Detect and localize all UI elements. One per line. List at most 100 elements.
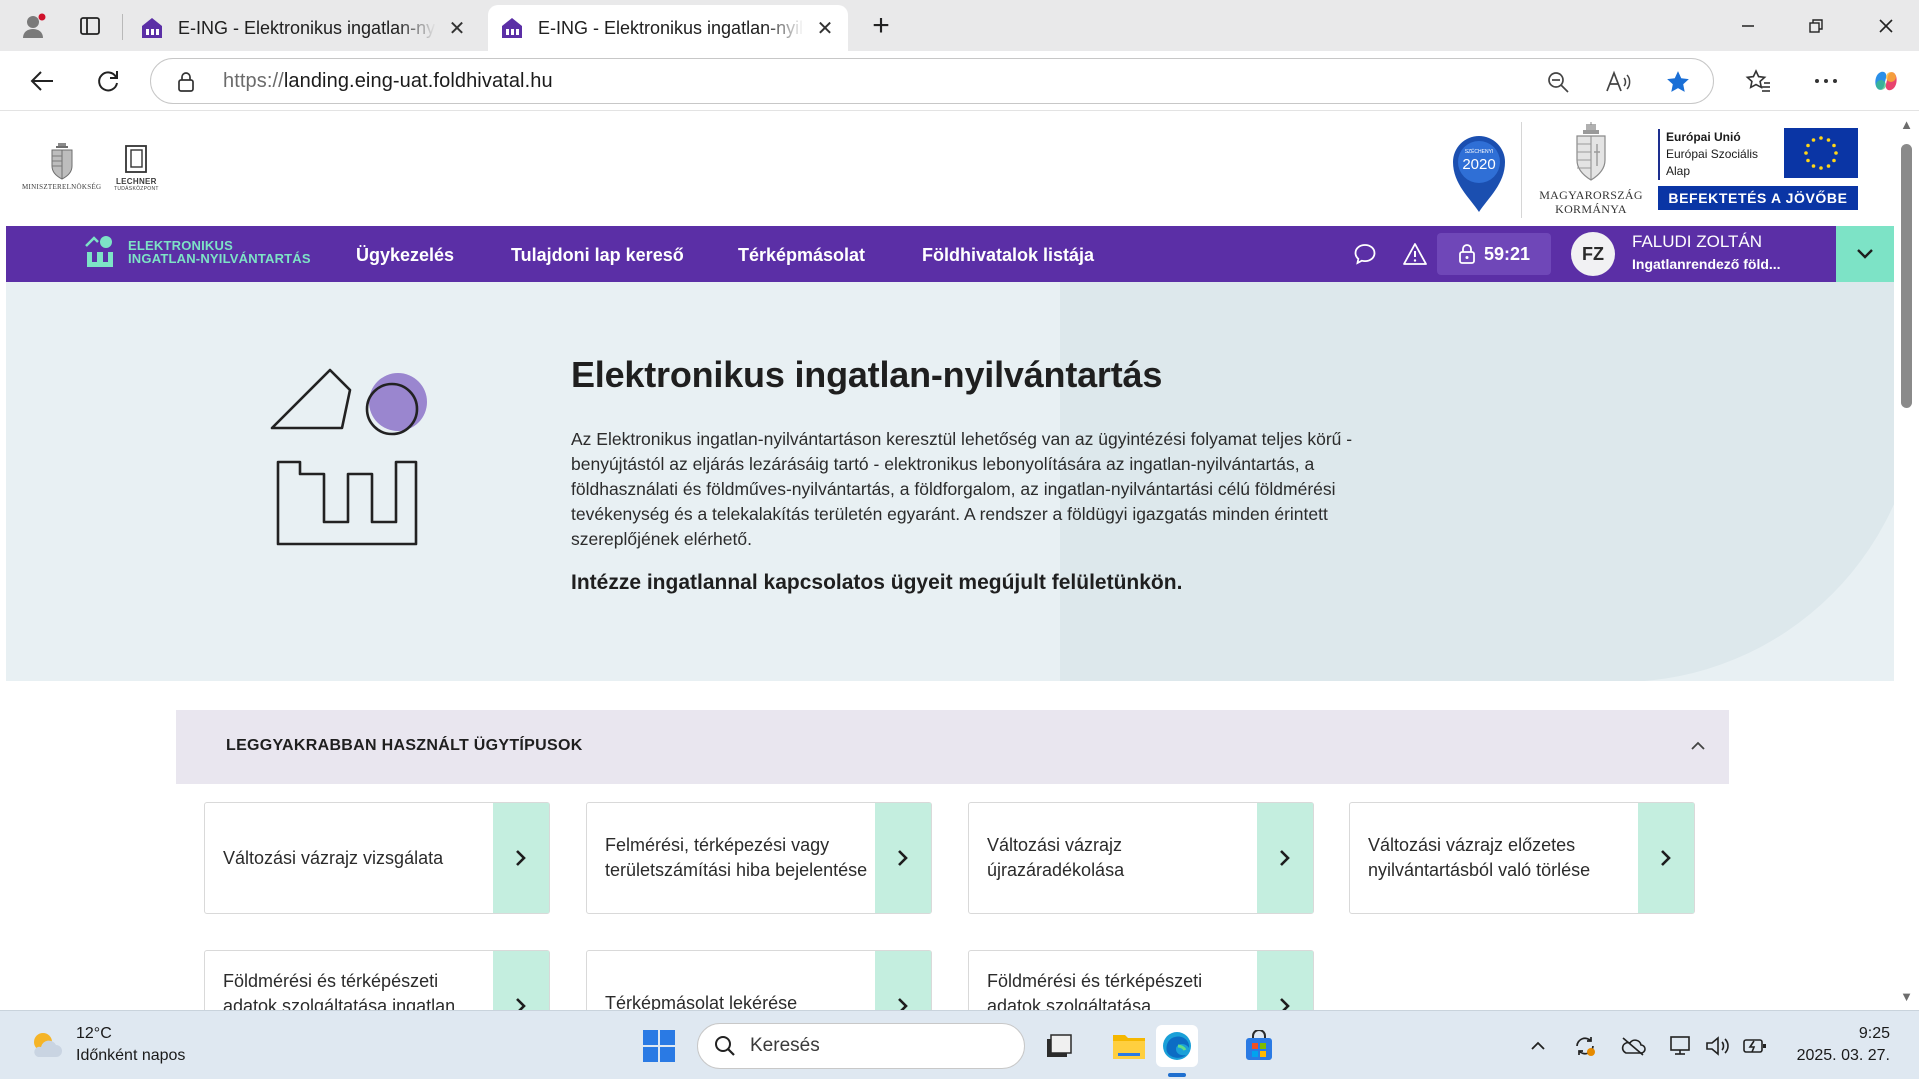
case-card-open-button[interactable] [493,951,549,1010]
browser-toolbar: https://landing.eing-uat.foldhivatal.hu [0,51,1919,111]
tab-separator [122,14,123,40]
eu-star-icon [1811,164,1816,168]
magyarorszag-kormanya-logo: MAGYARORSZÁG KORMÁNYA [1536,122,1646,222]
battery-charging-icon[interactable] [1742,1033,1768,1059]
microsoft-store-icon[interactable] [1238,1025,1280,1067]
case-card[interactable]: Térképmásolat lekérése [586,950,932,1010]
more-options-icon[interactable] [1806,61,1846,101]
user-name[interactable]: FALUDI ZOLTÁN [1632,232,1762,252]
miniszterelnokseg-logo: MINISZTERELNÖKSÉG [22,142,101,191]
tab-inactive[interactable]: E-ING - Elektronikus ingatlan-nyilvántar… [128,5,480,51]
url-protocol: https:// [223,70,284,92]
case-card-label: Földmérési és térképészeti adatok szolgá… [987,971,1203,1010]
nav-link-tulajdoni-lap-kereso[interactable]: Tulajdoni lap kereső [511,245,684,266]
case-card-label: Változási vázrajz újrazáradékolása [987,835,1125,880]
warning-icon[interactable] [1401,240,1429,268]
nav-link-foldhivatalok-listaja[interactable]: Földhivatalok listája [922,245,1094,266]
chevron-down-icon [1857,249,1873,259]
eu-star-icon [1819,166,1823,170]
eu-text-block: Európai Unió Európai Szociális Alap [1658,129,1776,180]
case-card[interactable]: Felmérési, térképezési vagy területszámí… [586,802,932,914]
case-card-open-button[interactable] [1257,803,1313,913]
gov-caption-line-2: KORMÁNYA [1555,202,1627,216]
szechenyi-label: SZÉCHENYI [1465,148,1494,155]
lechner-caption: LECHNER [115,177,157,186]
copilot-icon[interactable] [1866,61,1906,101]
system-clock[interactable]: 9:25 2025. 03. 27. [1780,1023,1890,1067]
edge-taskbar-icon[interactable] [1156,1025,1198,1067]
nav-link-terkepmasolat[interactable]: Térképmásolat [738,245,865,266]
eu-star-icon [1811,138,1816,142]
user-menu-toggle[interactable] [1836,226,1894,282]
header-divider [1521,122,1522,218]
zoom-out-icon[interactable] [1541,65,1575,99]
case-card-open-button[interactable] [875,951,931,1010]
case-card[interactable]: Földmérési és térképészeti adatok szolgá… [204,950,550,1010]
favorite-star-icon[interactable] [1661,65,1695,99]
eu-flag-icon [1784,128,1858,178]
case-card-open-button[interactable] [493,803,549,913]
brand-logo[interactable]: ELEKTRONIKUS INGATLAN-NYILVÁNTARTÁS [84,234,311,270]
volume-icon[interactable] [1705,1033,1731,1059]
nav-link-ugykezeles[interactable]: Ügykezelés [356,245,454,266]
case-card-open-button[interactable] [875,803,931,913]
user-avatar[interactable]: FZ [1571,232,1615,276]
chevron-right-icon [1280,998,1290,1010]
site-favicon-icon [142,18,162,38]
chevron-right-icon [1661,850,1671,866]
eu-star-icon [1826,138,1831,142]
scroll-up-arrow-icon[interactable]: ▲ [1900,118,1913,131]
chevron-right-icon [516,998,526,1010]
case-card-label: Változási vázrajz előzetes nyilvántartás… [1368,835,1591,880]
refresh-button[interactable] [88,61,128,101]
chevron-up-icon[interactable] [1686,734,1710,758]
site-favicon-icon [502,18,522,38]
case-card[interactable]: Változási vázrajz újrazáradékolása [968,802,1314,914]
miniszterelnokseg-caption: MINISZTERELNÖKSÉG [22,183,102,191]
user-role[interactable]: Ingatlanrendező föld... [1632,256,1781,272]
case-card[interactable]: Változási vázrajz előzetes nyilvántartás… [1349,802,1695,914]
minimize-button[interactable] [1718,0,1778,51]
case-card-open-button[interactable] [1257,951,1313,1010]
scroll-down-arrow-icon[interactable]: ▼ [1900,990,1913,1003]
session-lock-icon [1459,244,1475,264]
window-close-button[interactable] [1856,0,1916,51]
eu-star-icon [1834,151,1838,155]
restore-button[interactable] [1786,0,1846,51]
session-timer[interactable]: 59:21 [1437,233,1551,275]
profile-icon[interactable] [16,8,52,44]
case-card[interactable]: Földmérési és térképészeti adatok szolgá… [968,950,1314,1010]
case-card-label: Felmérési, térképezési vagy területszámí… [605,835,868,880]
frequent-case-types-panel: LEGGYAKRABBAN HASZNÁLT ÜGYTÍPUSOK Változ… [176,710,1729,1010]
site-info-icon[interactable] [169,65,203,99]
start-button[interactable] [638,1025,680,1067]
case-card-label: Változási vázrajz vizsgálata [223,847,444,868]
tab-active[interactable]: E-ING - Elektronikus ingatlan-nyilvántar… [488,5,848,51]
taskbar-search[interactable]: Keresés [697,1023,1025,1069]
network-icon[interactable] [1668,1033,1694,1059]
page-scrollbar[interactable]: ▲ ▼ [1894,112,1919,1010]
show-hidden-icons-chevron-up-icon[interactable] [1525,1033,1551,1059]
back-button[interactable] [22,61,62,101]
brand-house-icon [85,236,113,267]
tab-close-icon[interactable]: ✕ [814,17,836,40]
sync-icon[interactable] [1572,1033,1598,1059]
favorites-icon[interactable] [1738,61,1778,101]
file-explorer-icon[interactable] [1108,1025,1150,1067]
new-tab-button[interactable]: + [863,8,899,44]
tab-close-icon[interactable]: ✕ [446,17,468,40]
eu-star-icon [1826,164,1831,168]
hero-subtitle: Intézze ingatlannal kapcsolatos ügyeit m… [571,571,1183,594]
weather-widget[interactable]: 12°C Időnként napos [28,1023,185,1067]
panel-title: LEGGYAKRABBAN HASZNÁLT ÜGYTÍPUSOK [226,737,583,754]
tab-actions-icon[interactable] [72,8,108,44]
task-view-icon[interactable] [1038,1025,1080,1067]
case-card-open-button[interactable] [1638,803,1694,913]
scrollbar-thumb[interactable] [1901,144,1912,408]
read-aloud-icon[interactable] [1601,65,1635,99]
case-card[interactable]: Változási vázrajz vizsgálata [204,802,550,914]
messages-icon[interactable] [1351,240,1379,268]
onedrive-offline-icon[interactable] [1620,1033,1646,1059]
panel-header[interactable]: LEGGYAKRABBAN HASZNÁLT ÜGYTÍPUSOK [176,710,1729,784]
address-bar[interactable]: https://landing.eing-uat.foldhivatal.hu [150,58,1714,104]
